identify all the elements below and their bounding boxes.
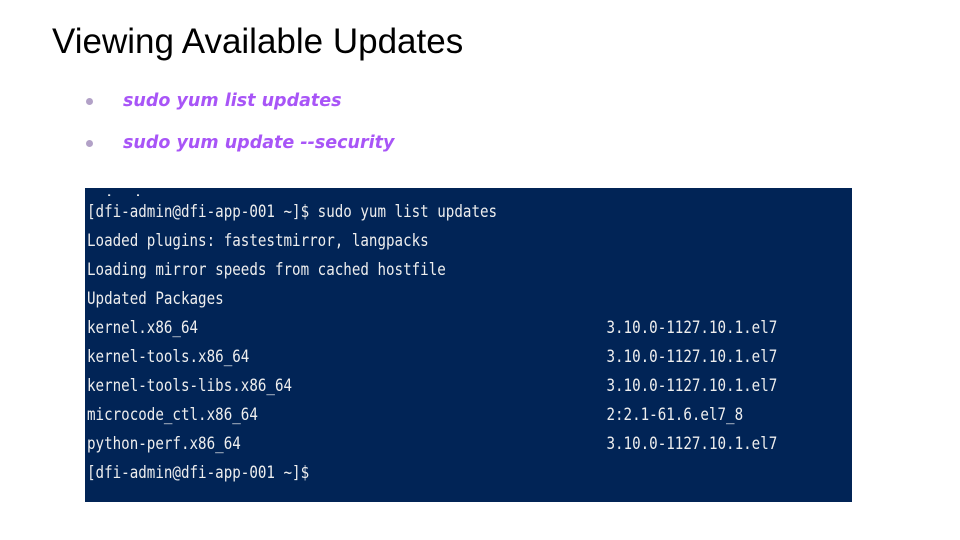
package-row: kernel-tools.x86_64 3.10.0-1127.10.1.el7: [87, 342, 844, 371]
bullet-list: sudo yum list updates sudo yum update --…: [86, 80, 394, 164]
package-version: 3.10.0-1127.10.1.el7: [606, 318, 778, 337]
bullet-item: sudo yum list updates: [86, 80, 394, 122]
package-row: kernel-tools-libs.x86_64 3.10.0-1127.10.…: [87, 371, 844, 400]
package-name: kernel.x86_64: [87, 318, 199, 337]
bullet-text: sudo yum list updates: [123, 91, 342, 111]
terminal-screenshot: , , _ [dfi-admin@dfi-app-001 ~]$ sudo yu…: [85, 188, 852, 502]
package-name: microcode_ctl.x86_64: [87, 405, 258, 424]
package-name: kernel-tools.x86_64: [87, 347, 250, 366]
terminal-output-line: Updated Packages: [87, 289, 224, 308]
package-version: 3.10.0-1127.10.1.el7: [606, 434, 778, 453]
package-name: python-perf.x86_64: [87, 434, 241, 453]
package-name: kernel-tools-libs.x86_64: [87, 376, 293, 395]
bullet-dot-icon: [86, 139, 93, 147]
package-row: python-perf.x86_64 3.10.0-1127.10.1.el7: [87, 429, 844, 458]
package-row: microcode_ctl.x86_64 2:2.1-61.6.el7_8: [87, 400, 844, 429]
bullet-dot-icon: [86, 97, 93, 105]
terminal-clipped-text: , , _: [85, 188, 229, 196]
terminal-output-line: Loading mirror speeds from cached hostfi…: [87, 260, 446, 279]
slide: Viewing Available Updates sudo yum list …: [0, 0, 960, 540]
terminal-output: [dfi-admin@dfi-app-001 ~]$ sudo yum list…: [87, 197, 852, 487]
package-version: 3.10.0-1127.10.1.el7: [606, 347, 778, 366]
bullet-item: sudo yum update --security: [86, 122, 394, 164]
terminal-command-line: [dfi-admin@dfi-app-001 ~]$ sudo yum list…: [87, 202, 498, 221]
terminal-clipped-top-line: , , _: [85, 188, 852, 196]
package-version: 2:2.1-61.6.el7_8: [606, 405, 744, 424]
package-version: 3.10.0-1127.10.1.el7: [606, 376, 778, 395]
terminal-output-line: Loaded plugins: fastestmirror, langpacks: [87, 231, 429, 250]
slide-title: Viewing Available Updates: [52, 22, 464, 61]
bullet-text: sudo yum update --security: [123, 133, 395, 153]
terminal-prompt-line: [dfi-admin@dfi-app-001 ~]$: [87, 463, 310, 482]
package-row: kernel.x86_64 3.10.0-1127.10.1.el7: [87, 313, 844, 342]
